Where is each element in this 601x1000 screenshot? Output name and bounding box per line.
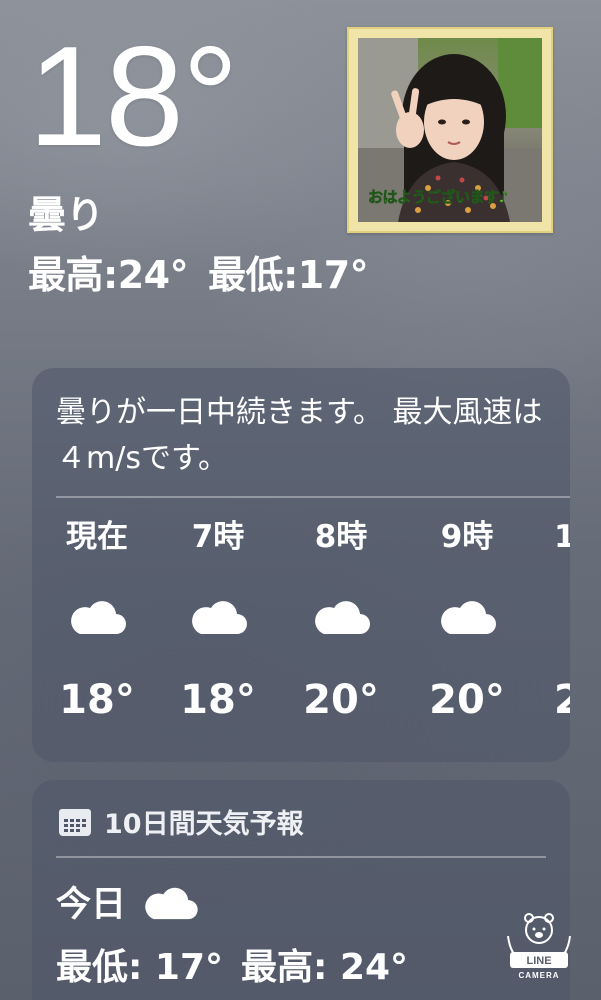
hour-temp: 18°	[59, 677, 135, 723]
hour-item[interactable]: 8時 20°	[286, 519, 396, 721]
hour-temp: 2	[554, 677, 570, 723]
hour-time: 8時	[314, 519, 368, 555]
hour-temp: 18°	[180, 677, 256, 723]
photo-sticker: おはようございます♪	[347, 27, 553, 233]
day-name: 今日	[56, 885, 127, 925]
cloud-icon	[441, 601, 496, 634]
hour-item[interactable]: 7時 18°	[163, 519, 273, 721]
calendar-icon	[59, 808, 91, 836]
hour-item[interactable]: 9時 20°	[412, 519, 522, 721]
day-high: 最高: 24°	[241, 947, 409, 988]
day-low: 最低: 17°	[56, 947, 224, 988]
hour-time: 現在	[66, 519, 128, 555]
cloud-icon	[71, 601, 126, 634]
low-temperature: 最低:17°	[208, 253, 369, 297]
watermark-camera: CAMERA	[518, 971, 559, 980]
line-camera-watermark: LINE CAMERA	[507, 913, 571, 980]
hour-temp: 20°	[429, 677, 505, 723]
divider	[56, 496, 570, 498]
hour-time: 1	[554, 519, 570, 555]
photo-caption: おはようございます♪	[368, 188, 509, 207]
current-condition: 曇り	[28, 193, 105, 237]
ten-day-title: 10日間天気予報	[104, 809, 304, 840]
high-low: 最高:24° 最低:17°	[28, 253, 369, 297]
hourly-strip[interactable]: 現在 18° 7時 18° 8時 20° 9時 20° 1 2	[32, 522, 570, 762]
day-high-low: 最低: 17° 最高: 24°	[56, 938, 408, 990]
cloud-icon	[192, 601, 247, 634]
hour-time: 7時	[191, 519, 245, 555]
cloud-icon	[145, 887, 198, 919]
hour-item[interactable]: 1 2	[542, 519, 570, 721]
forecast-summary: 曇りが一日中続きます。 最大風速は４m/sです。	[56, 395, 543, 476]
hour-time: 9時	[440, 519, 494, 555]
watermark-line: LINE	[526, 955, 551, 967]
ten-day-header: 10日間天気予報	[58, 802, 304, 841]
photo-image: おはようございます♪	[358, 38, 542, 222]
hour-temp: 20°	[303, 677, 379, 723]
hour-item[interactable]: 現在 18°	[42, 519, 152, 721]
ten-day-forecast-card[interactable]: 10日間天気予報 今日 最低: 17° 最高: 24°	[32, 780, 570, 1000]
day-row-today[interactable]: 今日	[56, 876, 200, 927]
cloud-icon	[569, 594, 570, 638]
high-temperature: 最高:24°	[28, 253, 189, 297]
current-temperature: 18°	[28, 17, 239, 176]
hourly-forecast-card[interactable]: 曇りが一日中続きます。 最大風速は４m/sです。 現在 18° 7時 18° 8…	[32, 368, 570, 762]
divider	[56, 856, 546, 858]
cloud-icon	[315, 601, 370, 634]
